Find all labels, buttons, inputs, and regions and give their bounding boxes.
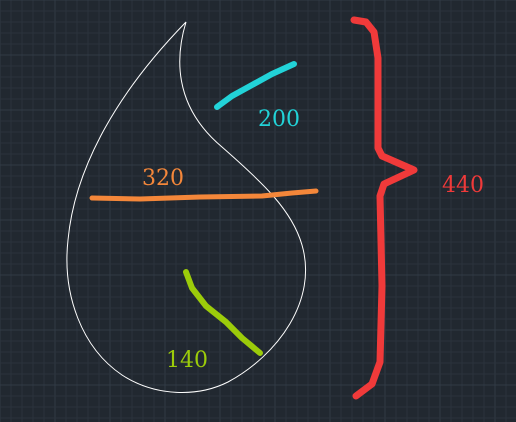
cyan-dimension-label: 200 [258,107,300,132]
red-dimension-label: 440 [442,173,484,198]
drawing-canvas: 200 320 140 440 [0,0,516,422]
green-dimension-label: 140 [166,348,208,373]
orange-dimension-label: 320 [142,166,184,191]
